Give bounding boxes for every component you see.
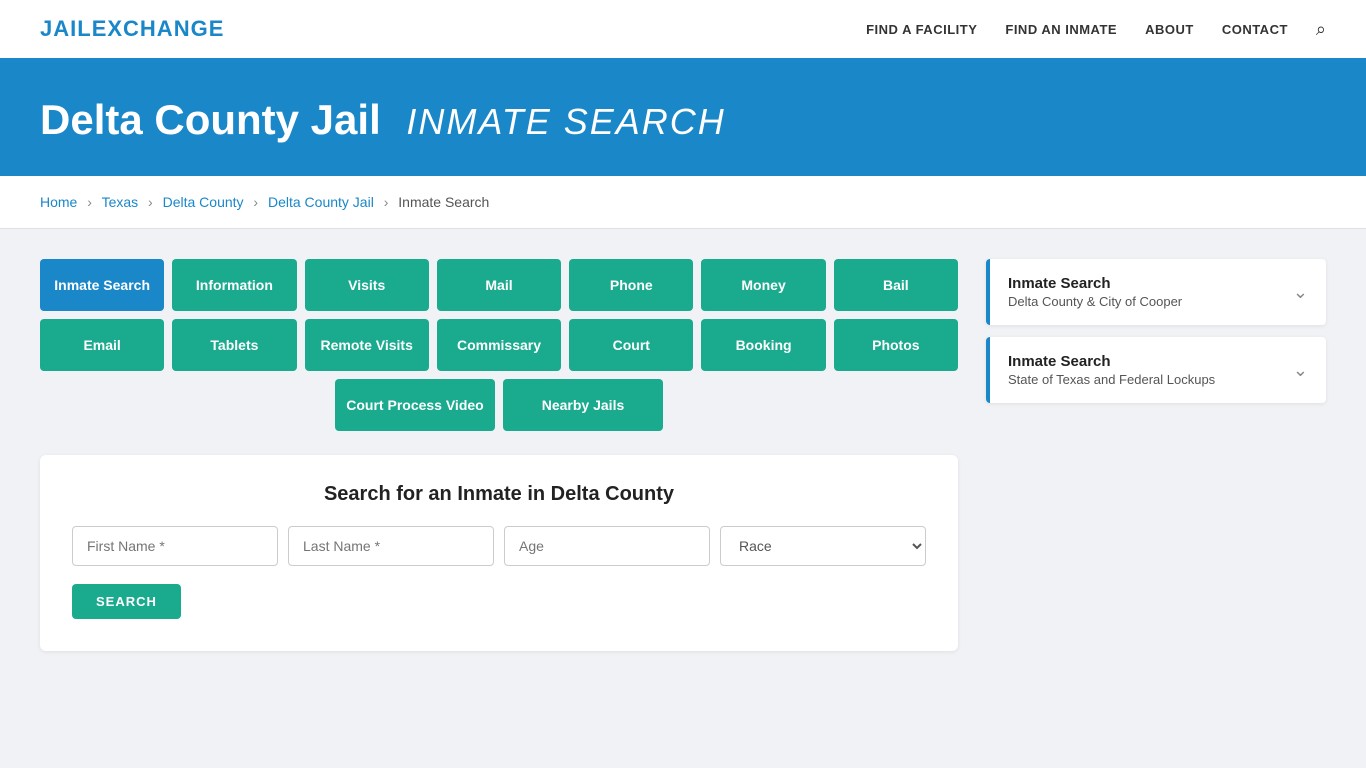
tab-information[interactable]: Information bbox=[172, 259, 296, 311]
sidebar-card-title-1: Inmate Search Delta County & City of Coo… bbox=[1008, 275, 1182, 309]
search-fields: Race White Black Hispanic Asian Other bbox=[72, 526, 926, 566]
breadcrumb-delta-county[interactable]: Delta County bbox=[163, 194, 244, 210]
right-sidebar: Inmate Search Delta County & City of Coo… bbox=[986, 259, 1326, 415]
tab-mail[interactable]: Mail bbox=[437, 259, 561, 311]
age-field[interactable] bbox=[504, 526, 710, 566]
sidebar-card-header-2[interactable]: Inmate Search State of Texas and Federal… bbox=[986, 337, 1326, 403]
tab-booking[interactable]: Booking bbox=[701, 319, 825, 371]
tab-row-3: Court Process Video Nearby Jails bbox=[40, 379, 958, 431]
tab-bail[interactable]: Bail bbox=[834, 259, 958, 311]
logo[interactable]: JAILEXCHANGE bbox=[40, 16, 224, 42]
nav-find-facility[interactable]: FIND A FACILITY bbox=[866, 22, 977, 37]
navbar: JAILEXCHANGE FIND A FACILITY FIND AN INM… bbox=[0, 0, 1366, 60]
tab-photos[interactable]: Photos bbox=[834, 319, 958, 371]
logo-exchange: EXCHANGE bbox=[92, 16, 225, 41]
sidebar-main-label-2: Inmate Search bbox=[1008, 353, 1215, 370]
tab-tablets[interactable]: Tablets bbox=[172, 319, 296, 371]
race-select[interactable]: Race White Black Hispanic Asian Other bbox=[720, 526, 926, 566]
tab-court[interactable]: Court bbox=[569, 319, 693, 371]
tab-visits[interactable]: Visits bbox=[305, 259, 429, 311]
sidebar-card-delta-county: Inmate Search Delta County & City of Coo… bbox=[986, 259, 1326, 325]
nav-about[interactable]: ABOUT bbox=[1145, 22, 1194, 37]
breadcrumb-sep-2: › bbox=[148, 194, 153, 210]
tab-nearby-jails[interactable]: Nearby Jails bbox=[503, 379, 663, 431]
tab-commissary[interactable]: Commissary bbox=[437, 319, 561, 371]
breadcrumb-current: Inmate Search bbox=[398, 194, 489, 210]
tab-phone[interactable]: Phone bbox=[569, 259, 693, 311]
inmate-search-form: Search for an Inmate in Delta County Rac… bbox=[40, 455, 958, 651]
logo-jail: JAIL bbox=[40, 16, 92, 41]
tab-row-2: Email Tablets Remote Visits Commissary C… bbox=[40, 319, 958, 371]
sidebar-card-header-1[interactable]: Inmate Search Delta County & City of Coo… bbox=[986, 259, 1326, 325]
left-column: Inmate Search Information Visits Mail Ph… bbox=[40, 259, 958, 651]
breadcrumb-sep-1: › bbox=[87, 194, 92, 210]
last-name-field[interactable] bbox=[288, 526, 494, 566]
sidebar-card-title-2: Inmate Search State of Texas and Federal… bbox=[1008, 353, 1215, 387]
hero-title-main: Delta County Jail bbox=[40, 96, 381, 143]
tab-button-grid: Inmate Search Information Visits Mail Ph… bbox=[40, 259, 958, 431]
hero-title-sub: INMATE SEARCH bbox=[406, 101, 725, 142]
sidebar-main-label-1: Inmate Search bbox=[1008, 275, 1182, 292]
breadcrumb-sep-4: › bbox=[384, 194, 389, 210]
first-name-field[interactable] bbox=[72, 526, 278, 566]
tab-money[interactable]: Money bbox=[701, 259, 825, 311]
breadcrumb-home[interactable]: Home bbox=[40, 194, 77, 210]
chevron-down-icon-1: ⌄ bbox=[1293, 282, 1308, 303]
tab-row-1: Inmate Search Information Visits Mail Ph… bbox=[40, 259, 958, 311]
hero-banner: Delta County Jail INMATE SEARCH bbox=[0, 60, 1366, 176]
search-icon[interactable]: ⌕ bbox=[1316, 19, 1326, 40]
sidebar-card-texas: Inmate Search State of Texas and Federal… bbox=[986, 337, 1326, 403]
breadcrumb-texas[interactable]: Texas bbox=[102, 194, 139, 210]
sidebar-sub-label-1: Delta County & City of Cooper bbox=[1008, 294, 1182, 309]
tab-court-process-video[interactable]: Court Process Video bbox=[335, 379, 495, 431]
nav-contact[interactable]: CONTACT bbox=[1222, 22, 1288, 37]
breadcrumb-sep-3: › bbox=[253, 194, 258, 210]
breadcrumb-delta-county-jail[interactable]: Delta County Jail bbox=[268, 194, 374, 210]
main-content: Inmate Search Information Visits Mail Ph… bbox=[0, 229, 1366, 681]
search-button[interactable]: SEARCH bbox=[72, 584, 181, 619]
nav-find-inmate[interactable]: FIND AN INMATE bbox=[1005, 22, 1117, 37]
search-form-title: Search for an Inmate in Delta County bbox=[72, 483, 926, 506]
nav-links: FIND A FACILITY FIND AN INMATE ABOUT CON… bbox=[866, 19, 1326, 40]
tab-remote-visits[interactable]: Remote Visits bbox=[305, 319, 429, 371]
breadcrumb: Home › Texas › Delta County › Delta Coun… bbox=[0, 176, 1366, 229]
tab-email[interactable]: Email bbox=[40, 319, 164, 371]
page-title: Delta County Jail INMATE SEARCH bbox=[40, 96, 1326, 144]
tab-inmate-search[interactable]: Inmate Search bbox=[40, 259, 164, 311]
chevron-down-icon-2: ⌄ bbox=[1293, 360, 1308, 381]
sidebar-sub-label-2: State of Texas and Federal Lockups bbox=[1008, 372, 1215, 387]
